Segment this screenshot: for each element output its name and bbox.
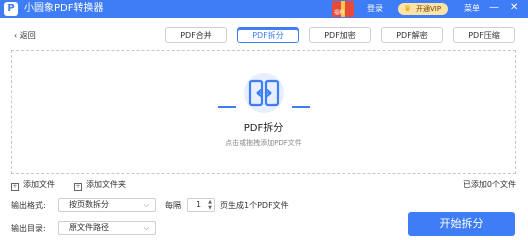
gift-label: 福利 xyxy=(334,10,345,16)
menu-button[interactable]: 菜单 xyxy=(464,4,480,14)
dropzone-title: PDF拆分 xyxy=(243,123,284,134)
stepper-value: 1 xyxy=(196,200,202,209)
output-dir-select[interactable]: 原文件路径 ⌵ xyxy=(58,221,156,235)
divider-right xyxy=(292,106,310,108)
tab-pdf-compress[interactable]: PDF压缩 xyxy=(453,27,515,43)
add-folder-button[interactable]: + 添加文件夹 xyxy=(74,180,126,191)
add-folder-label: 添加文件夹 xyxy=(86,180,126,189)
tab-pdf-encrypt[interactable]: PDF加密 xyxy=(309,27,371,43)
output-dir-label: 输出目录: xyxy=(11,224,46,233)
format-select[interactable]: 按页数拆分 ⌵ xyxy=(58,198,156,212)
added-count: 已添加0个文件 xyxy=(462,180,516,189)
output-dir-value: 原文件路径 xyxy=(69,223,109,232)
app-logo-icon: P xyxy=(4,2,18,16)
start-split-button[interactable]: 开始拆分 xyxy=(408,212,515,236)
tab-pdf-decrypt[interactable]: PDF解密 xyxy=(381,27,443,43)
drop-zone[interactable]: PDF拆分 点击或拖拽添加PDF文件 xyxy=(11,50,516,174)
dropzone-hint: 点击或拖拽添加PDF文件 xyxy=(225,139,302,147)
every-suffix: 页生成1个PDF文件 xyxy=(220,201,289,210)
page-stepper[interactable]: 1 ▲ ▼ xyxy=(187,198,215,212)
tab-pdf-merge[interactable]: PDF合并 xyxy=(165,27,227,43)
format-value: 按页数拆分 xyxy=(69,200,109,209)
add-file-icon: + xyxy=(11,183,19,191)
chevron-left-icon: ‹ xyxy=(14,31,18,40)
app-title: 小圆象PDF转换器 xyxy=(24,3,104,14)
chevron-down-icon: ⌵ xyxy=(143,201,149,209)
add-file-button[interactable]: + 添加文件 xyxy=(11,180,55,191)
gift-icon[interactable]: 福利 xyxy=(332,1,354,17)
every-label: 每隔 xyxy=(165,201,181,210)
format-label: 输出格式: xyxy=(11,201,46,210)
close-icon[interactable]: ✕ xyxy=(510,2,518,13)
tab-pdf-split[interactable]: PDF拆分 xyxy=(237,27,299,43)
login-link[interactable]: 登录 xyxy=(367,4,383,14)
back-label: 返回 xyxy=(19,31,36,40)
split-icon xyxy=(248,79,280,107)
stepper-down-icon[interactable]: ▼ xyxy=(208,206,212,211)
vip-button[interactable]: ♛ 开通VIP xyxy=(398,3,448,15)
crown-icon: ♛ xyxy=(404,4,412,13)
minimize-icon[interactable]: — xyxy=(489,2,499,13)
back-button[interactable]: ‹ 返回 xyxy=(14,31,36,41)
add-folder-icon: + xyxy=(74,183,82,191)
vip-label: 开通VIP xyxy=(416,5,442,13)
title-bar: P 小圆象PDF转换器 福利 登录 ♛ 开通VIP 菜单 — ✕ xyxy=(0,0,528,18)
chevron-down-icon: ⌵ xyxy=(143,224,149,232)
divider-left xyxy=(218,106,236,108)
add-file-label: 添加文件 xyxy=(23,180,55,189)
